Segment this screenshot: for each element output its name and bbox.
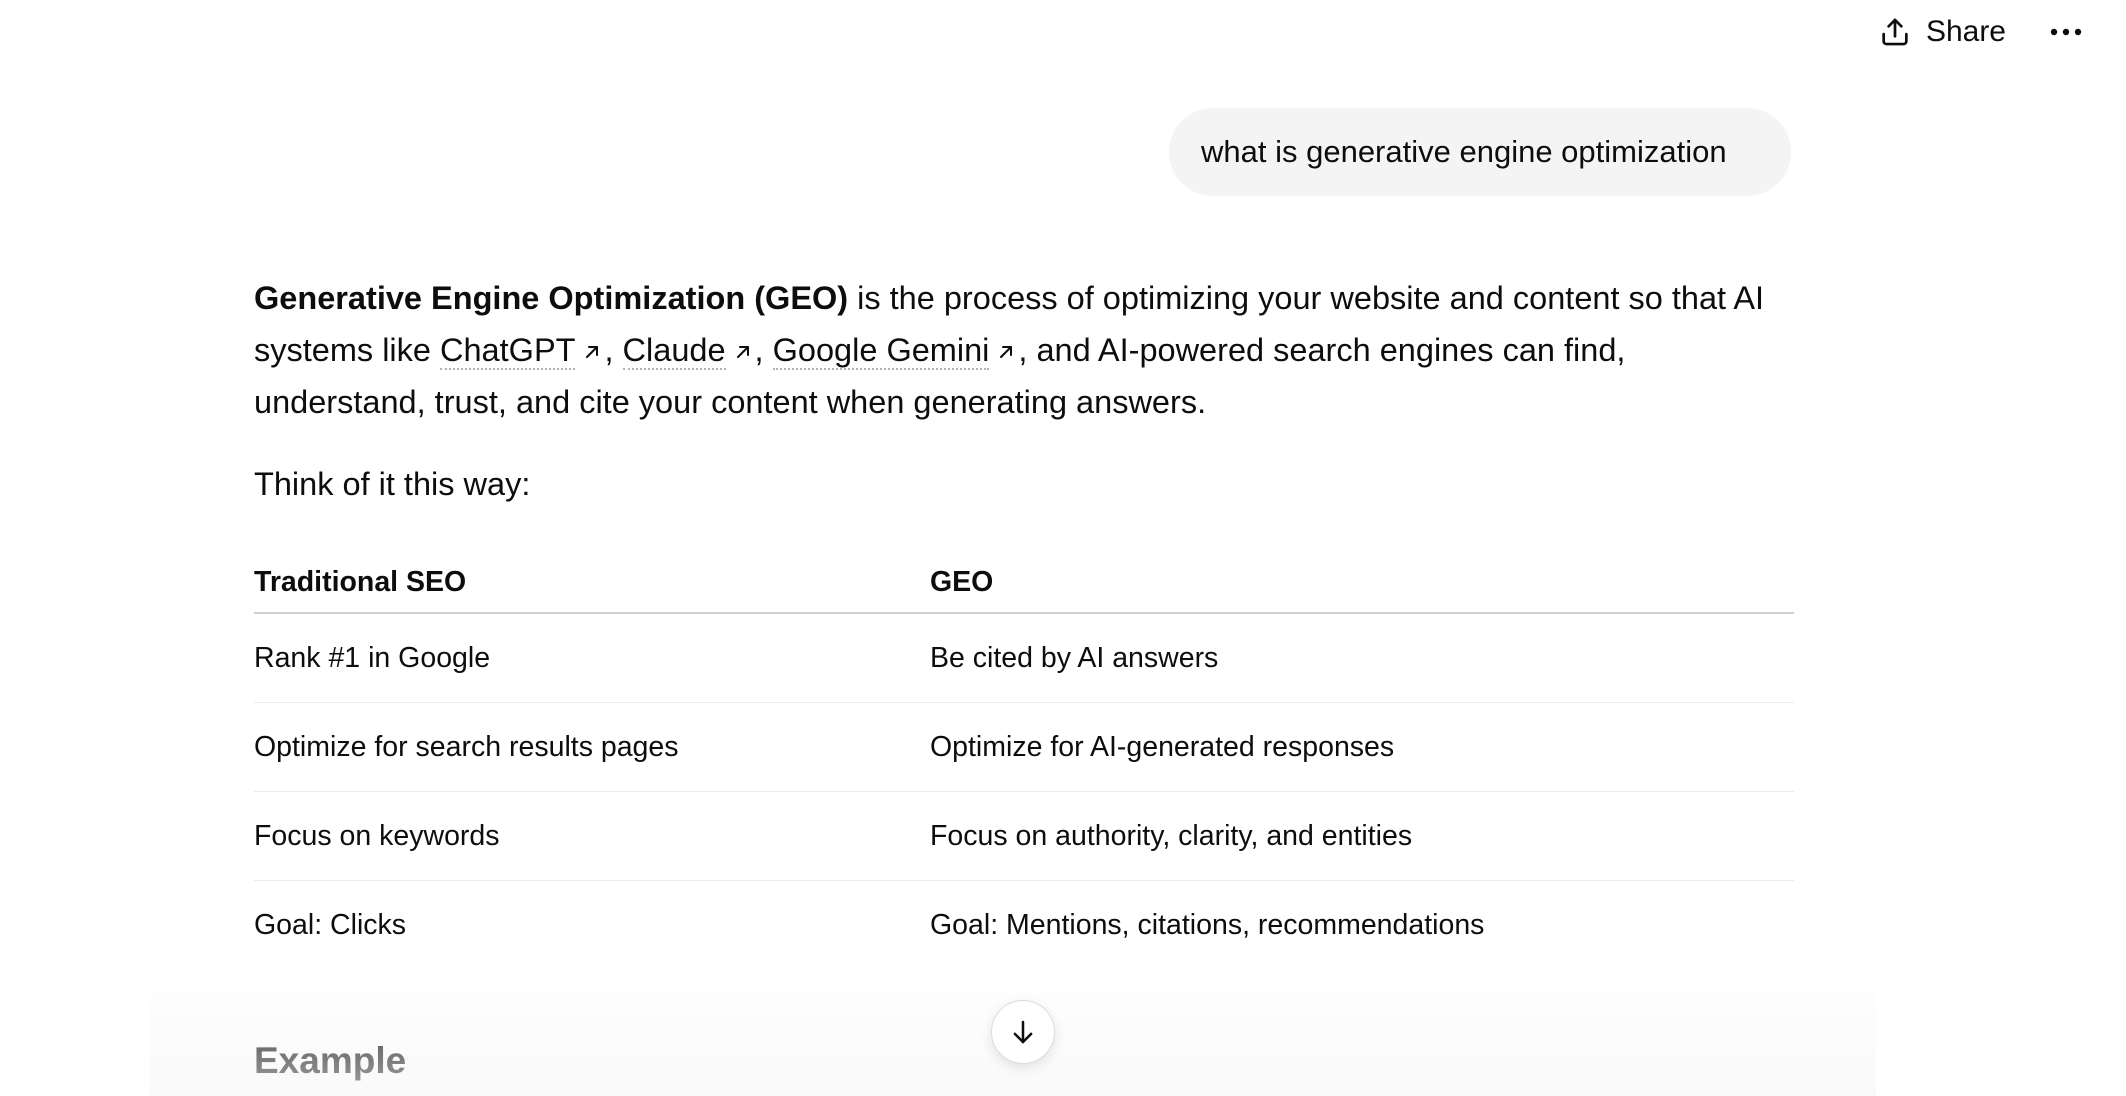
link-claude[interactable]: Claude <box>622 332 726 370</box>
share-label: Share <box>1925 15 2006 48</box>
more-options-button[interactable] <box>2042 8 2090 56</box>
table-cell: Optimize for AI-generated responses <box>930 730 1395 763</box>
external-link-arrow-icon <box>586 346 599 358</box>
table-cell: Optimize for search results pages <box>254 730 679 763</box>
external-link-arrow-icon <box>1000 346 1013 358</box>
table-cell: Rank #1 in Google <box>254 641 491 674</box>
table-cell: Focus on keywords <box>254 819 500 852</box>
external-link-arrow-icon <box>736 346 749 358</box>
link-chatgpt[interactable]: ChatGPT <box>440 332 576 370</box>
table-header-traditional-seo: Traditional SEO <box>254 566 467 598</box>
comparison-table: Traditional SEO GEO Rank #1 in Google Be… <box>254 553 1794 969</box>
geo-term-bold: Generative Engine Optimization (GEO) <box>254 280 849 316</box>
table-row: Focus on keywords Focus on authority, cl… <box>254 792 1794 881</box>
separator-2: , <box>754 332 773 368</box>
chat-page: Share what is generative engine optimiza… <box>0 0 2126 1096</box>
table-cell: Focus on authority, clarity, and entitie… <box>930 819 1413 852</box>
think-of-it-line: Think of it this way: <box>254 466 531 502</box>
top-bar: Share <box>1866 0 2126 64</box>
link-google-gemini[interactable]: Google Gemini <box>772 332 990 370</box>
table-header-geo: GEO <box>930 566 994 598</box>
more-horizontal-icon <box>2049 27 2083 37</box>
table-header-row: Traditional SEO GEO <box>254 553 1794 614</box>
response-intro-paragraph: Generative Engine Optimization (GEO) is … <box>254 272 1794 428</box>
share-upload-icon <box>1878 15 1912 49</box>
user-message-text: what is generative engine optimization <box>1201 134 1727 169</box>
user-message-bubble: what is generative engine optimization <box>1169 108 1791 196</box>
scroll-to-bottom-button[interactable] <box>991 1000 1055 1064</box>
arrow-down-icon <box>1008 1017 1038 1047</box>
table-row: Optimize for search results pages Optimi… <box>254 703 1794 792</box>
table-cell: Goal: Clicks <box>254 908 407 941</box>
share-button[interactable]: Share <box>1866 8 2018 56</box>
table-row: Goal: Clicks Goal: Mentions, citations, … <box>254 881 1794 969</box>
separator-1: , <box>604 332 623 368</box>
table-cell: Goal: Mentions, citations, recommendatio… <box>930 908 1485 941</box>
assistant-response: Generative Engine Optimization (GEO) is … <box>254 272 1794 510</box>
table-row: Rank #1 in Google Be cited by AI answers <box>254 614 1794 703</box>
table-cell: Be cited by AI answers <box>930 641 1219 674</box>
example-heading: Example <box>254 1040 407 1081</box>
